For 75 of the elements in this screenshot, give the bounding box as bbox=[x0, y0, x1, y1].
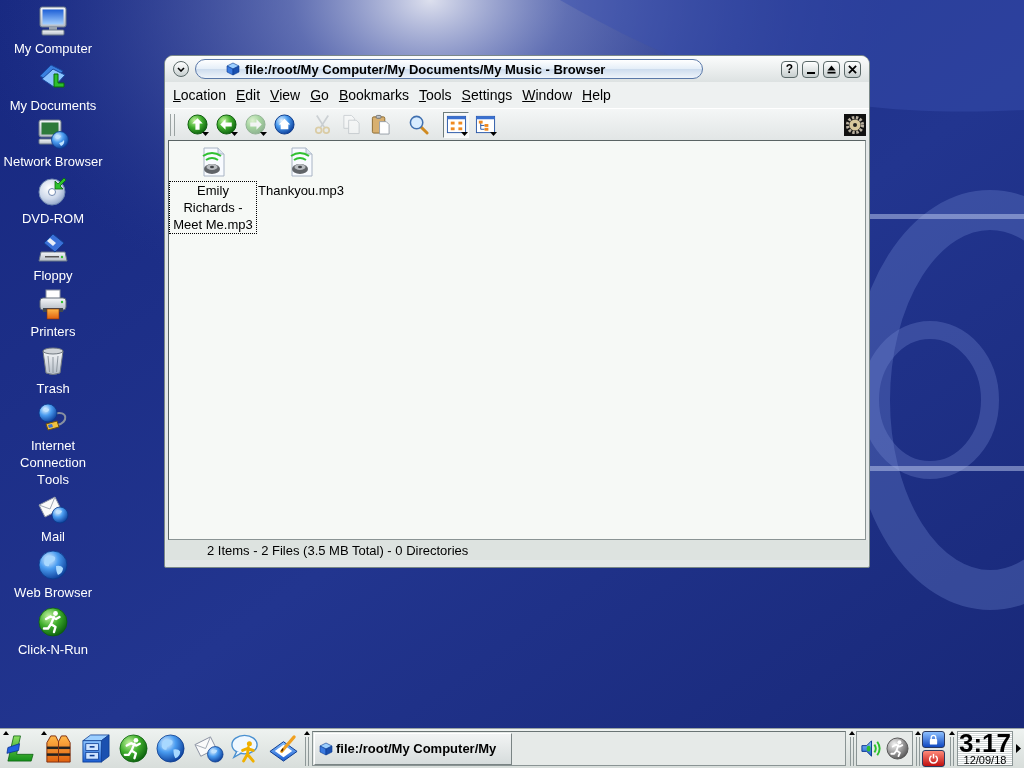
desktop-icon-label[interactable]: Web Browser bbox=[14, 584, 92, 602]
disc-icon[interactable] bbox=[37, 175, 69, 208]
logo-icon bbox=[5, 733, 37, 764]
file-name[interactable]: Emily Richards - Meet Me.mp3 bbox=[169, 181, 257, 234]
minimize-button[interactable] bbox=[802, 60, 819, 78]
globe-cable-icon[interactable] bbox=[37, 401, 69, 434]
globe-icon bbox=[155, 733, 187, 764]
clock-date: 12/09/18 bbox=[963, 753, 1007, 766]
desktop-icon-label[interactable]: Floppy bbox=[33, 266, 73, 284]
envelope-globe-icon bbox=[192, 733, 224, 764]
maximize-button[interactable] bbox=[823, 60, 840, 78]
triangle-up-icon[interactable] bbox=[914, 731, 921, 735]
window-menu-button[interactable] bbox=[173, 61, 189, 77]
monitor-icon[interactable] bbox=[37, 5, 69, 37]
help-button[interactable]: ? bbox=[781, 60, 798, 78]
eject-icon bbox=[827, 64, 836, 74]
power-button[interactable] bbox=[922, 749, 945, 767]
home-button[interactable] bbox=[271, 111, 297, 138]
chevron-down-icon bbox=[177, 66, 185, 72]
floppy-drive-icon[interactable] bbox=[37, 231, 69, 264]
desktop-icon-label[interactable]: My Computer bbox=[14, 40, 92, 57]
up-button[interactable] bbox=[184, 111, 210, 138]
computer-globe-icon[interactable] bbox=[37, 118, 69, 151]
back-button[interactable] bbox=[213, 111, 239, 138]
magnifier-icon bbox=[407, 114, 429, 135]
desktop-icon-label[interactable]: Internet Connection Tools bbox=[3, 436, 103, 488]
power-icon bbox=[928, 752, 939, 764]
icon-view-button[interactable] bbox=[443, 111, 469, 138]
triangle-up-icon[interactable] bbox=[303, 731, 310, 735]
speaker-icon[interactable] bbox=[860, 737, 883, 760]
menu-item[interactable]: Location bbox=[173, 86, 226, 104]
gear-icon bbox=[844, 113, 866, 136]
desktop-icon-label[interactable]: Network Browser bbox=[3, 153, 103, 171]
menu-item[interactable]: Tools bbox=[418, 86, 452, 104]
close-button[interactable] bbox=[844, 60, 861, 78]
desktop-icon-label[interactable]: DVD-ROM bbox=[21, 210, 85, 228]
pencil-note-icon bbox=[267, 733, 299, 764]
status-text: 2 Items - 2 Files (3.5 MB Total) - 0 Directories bbox=[207, 542, 469, 558]
throbber-button[interactable] bbox=[844, 113, 866, 136]
runner-icon[interactable] bbox=[886, 737, 909, 760]
lock-button[interactable] bbox=[922, 730, 945, 748]
desktop-icon-label[interactable]: Mail bbox=[41, 527, 65, 545]
cube-icon bbox=[319, 741, 333, 756]
globe-icon[interactable] bbox=[37, 549, 69, 582]
file-name[interactable]: Thankyou.mp3 bbox=[257, 181, 345, 200]
minimize-icon bbox=[806, 71, 815, 74]
window-title: file:/root/My Computer/My Documents/My Music - Browser bbox=[245, 61, 606, 77]
triangle-right-icon bbox=[1016, 744, 1021, 753]
cube-icon bbox=[226, 62, 240, 76]
desktop-icon-label[interactable]: Trash bbox=[36, 380, 70, 398]
runner-icon bbox=[117, 733, 149, 764]
menu-item[interactable]: Window bbox=[522, 86, 572, 104]
icon-grid-icon bbox=[445, 114, 467, 135]
clipboard-icon bbox=[369, 114, 391, 135]
triangle-up-icon[interactable] bbox=[848, 731, 855, 735]
printer-icon[interactable] bbox=[37, 288, 69, 321]
menu-item[interactable]: Help bbox=[582, 86, 611, 104]
task-button[interactable]: file:/root/My Computer/My bbox=[314, 732, 512, 765]
close-icon bbox=[848, 64, 857, 74]
home-icon bbox=[273, 114, 295, 135]
menu-item[interactable]: Bookmarks bbox=[338, 86, 409, 104]
desktop-icon-label[interactable]: Click-N-Run bbox=[17, 640, 89, 658]
padlock-icon bbox=[928, 733, 939, 745]
runner-icon[interactable] bbox=[37, 605, 69, 638]
desktop-icon-label[interactable]: Printers bbox=[30, 323, 76, 341]
tree-view-icon bbox=[474, 114, 496, 135]
menu-item[interactable]: Settings bbox=[461, 86, 513, 104]
file-cabinet-icon bbox=[80, 733, 112, 764]
desktop-icon-label[interactable]: My Documents bbox=[9, 96, 97, 114]
menu-item[interactable]: Go bbox=[310, 86, 329, 104]
copy-icon bbox=[340, 114, 362, 135]
menu-item[interactable]: View bbox=[270, 86, 301, 104]
menu-item[interactable]: Edit bbox=[235, 86, 261, 104]
triangle-up-icon[interactable] bbox=[948, 731, 955, 735]
clock-time: 3:17 bbox=[958, 731, 1011, 754]
